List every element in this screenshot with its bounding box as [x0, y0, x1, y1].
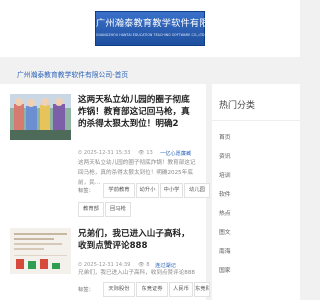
article-tags: 标签： 天际股份 东竞证券 人民币 东竞财富	[78, 282, 210, 298]
site-logo[interactable]: 广州瀚泰教育教学软件有限公司 GUANGZHOU HANTAI EDUCATIO…	[95, 11, 228, 46]
article-excerpt: 兄弟们，我已进入山子高科，收到点赞评论888	[78, 270, 195, 276]
site-header: 广州瀚泰教育教学软件有限公司 GUANGZHOU HANTAI EDUCATIO…	[0, 0, 300, 57]
divider	[212, 120, 300, 121]
tag[interactable]: 回马枪	[105, 202, 131, 217]
article-thumbnail[interactable]	[10, 228, 71, 274]
sidebar-item-country[interactable]: 国家	[219, 265, 231, 274]
sidebar-item-images[interactable]: 图文	[219, 227, 231, 236]
article-views: 👁 13	[138, 150, 153, 156]
tag[interactable]: 幼升小	[136, 183, 159, 198]
article-tags: 标签： 学前教育 幼升小 中小学 幼儿园 教育部 回马枪	[78, 183, 210, 223]
logo-title: 广州瀚泰教育教学软件有限公司	[96, 18, 228, 29]
tag-label: 标签：	[78, 188, 94, 194]
article-title[interactable]: 兄弟们，我已进入山子高科，收到点赞评论888	[78, 228, 198, 252]
sidebar-item-software[interactable]: 软件	[219, 189, 231, 198]
sidebar-item-news[interactable]: 资讯	[219, 151, 231, 160]
article-title[interactable]: 这两天私立幼儿园的圈子彻底炸锅！教育部这记回马枪，真的杀得太狠太到位！明确2	[78, 94, 198, 130]
sidebar-header: 热门分类	[212, 84, 300, 120]
tag-label: 标签：	[78, 287, 94, 293]
article-date-text: 2025-12-31 15:33	[83, 150, 131, 156]
tag[interactable]: 东竞证券	[136, 282, 168, 297]
tag[interactable]: 教育部	[78, 202, 104, 217]
tag[interactable]: 幼儿园	[184, 183, 210, 198]
sidebar-item-training[interactable]: 培训	[219, 170, 231, 179]
sidebar-item-nanhai[interactable]: 南海	[219, 246, 231, 255]
sidebar-item-hot[interactable]: 热点	[219, 208, 231, 217]
article-author-link[interactable]: 一亿心愿廉臧	[160, 151, 191, 157]
sidebar: 热门分类 首页 资讯 培训 软件 热点 图文 南海 国家	[212, 84, 300, 300]
article-views-text: 13	[146, 150, 153, 156]
article-date: ⏱ 2025-12-31 15:33	[78, 150, 130, 157]
article-card: 兄弟们，我已进入山子高科，收到点赞评论888 ⏱ 2025-12-31 14:3…	[10, 228, 210, 298]
logo-subtitle: GUANGZHOU HANTAI EDUCATION TEACHING SOFT…	[96, 33, 205, 37]
article-list: 这两天私立幼儿园的圈子彻底炸锅！教育部这记回马枪，真的杀得太狠太到位！明确2 ⏱…	[0, 84, 210, 300]
tag[interactable]: 学前教育	[103, 183, 135, 198]
tag[interactable]: 人民币	[169, 282, 193, 297]
article-card: 这两天私立幼儿园的圈子彻底炸锅！教育部这记回马枪，真的杀得太狠太到位！明确2 ⏱…	[10, 94, 210, 217]
article-thumbnail[interactable]	[10, 94, 71, 140]
sidebar-title: 热门分类	[219, 101, 256, 111]
sidebar-item-home[interactable]: 首页	[219, 132, 231, 141]
tag[interactable]: 中小学	[160, 183, 183, 198]
clock-icon: ⏱	[78, 150, 83, 156]
breadcrumb[interactable]: 广州瀚泰教育教学软件有限公司-首页	[17, 69, 128, 79]
tag[interactable]: 天际股份	[103, 282, 135, 297]
tag[interactable]: 东竞财富	[194, 282, 210, 297]
eye-icon: 👁	[138, 150, 145, 156]
article-author[interactable]: 一亿心愿廉臧	[160, 150, 191, 157]
